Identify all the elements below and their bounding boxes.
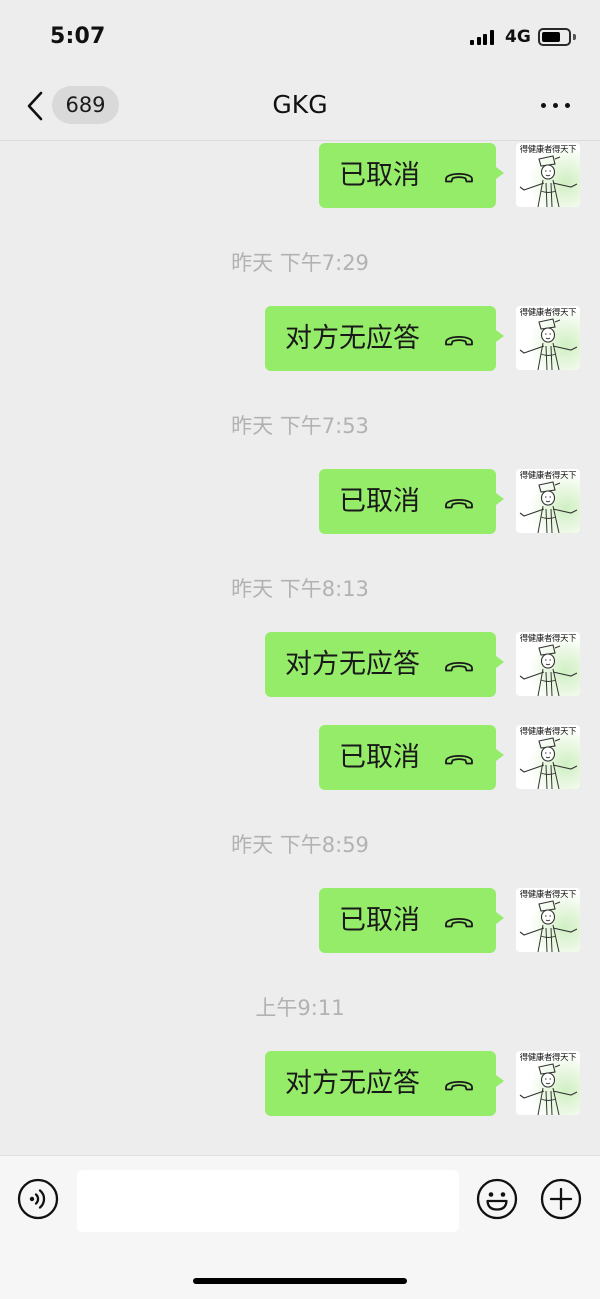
hangup-icon — [445, 172, 473, 182]
voice-button[interactable] — [17, 1178, 59, 1220]
avatar[interactable]: 得健康者得天下 — [516, 469, 580, 533]
call-status-text: 已取消 — [339, 904, 420, 936]
status-time: 5:07 — [50, 24, 106, 49]
network-label: 4G — [505, 27, 531, 47]
message-timestamp: 昨天 下午7:29 — [231, 251, 369, 275]
message-row: 对方无应答 得健康者得天下 — [0, 632, 600, 697]
plus-button[interactable] — [540, 1178, 582, 1220]
hangup-icon — [445, 498, 473, 508]
message-timestamp: 上午9:11 — [255, 996, 345, 1020]
plus-icon — [540, 1178, 582, 1220]
avatar-figure-drawing — [519, 155, 578, 207]
avatar[interactable]: 得健康者得天下 — [516, 1051, 580, 1115]
avatar-figure-drawing — [519, 644, 578, 696]
call-record-bubble[interactable]: 对方无应答 — [265, 306, 504, 371]
hangup-icon — [445, 917, 473, 927]
chat-title: GKG — [272, 90, 328, 119]
call-status-text: 对方无应答 — [285, 1067, 420, 1099]
message-input[interactable] — [77, 1170, 459, 1232]
message-timestamp: 昨天 下午7:53 — [231, 414, 369, 438]
call-record-bubble[interactable]: 已取消 — [319, 143, 504, 208]
avatar-figure-drawing — [519, 318, 578, 370]
call-record-bubble[interactable]: 已取消 — [319, 725, 504, 790]
battery-level — [542, 32, 560, 42]
battery-cap — [573, 34, 576, 40]
avatar-figure-drawing — [519, 481, 578, 533]
battery-icon — [538, 28, 571, 46]
hangup-icon — [445, 1080, 473, 1090]
avatar-figure-drawing — [519, 900, 578, 952]
nav-bar: 689 GKG — [0, 72, 600, 141]
avatar[interactable]: 得健康者得天下 — [516, 143, 580, 207]
call-status-text: 已取消 — [339, 159, 420, 191]
home-indicator — [193, 1278, 407, 1284]
signal-icon — [470, 29, 496, 45]
hangup-icon — [445, 335, 473, 345]
avatar[interactable]: 得健康者得天下 — [516, 888, 580, 952]
message-row: 已取消 得健康者得天下 — [0, 888, 600, 953]
chevron-left-icon — [27, 91, 43, 121]
call-status-text: 已取消 — [339, 485, 420, 517]
message-timestamp: 昨天 下午8:59 — [231, 833, 369, 857]
message-row: 已取消 得健康者得天下 — [0, 469, 600, 534]
avatar[interactable]: 得健康者得天下 — [516, 725, 580, 789]
back-button[interactable]: 689 — [20, 84, 122, 128]
call-record-bubble[interactable]: 已取消 — [319, 469, 504, 534]
avatar[interactable]: 得健康者得天下 — [516, 306, 580, 370]
avatar[interactable]: 得健康者得天下 — [516, 632, 580, 696]
message-row: 已取消 得健康者得天下 — [0, 725, 600, 790]
call-record-bubble[interactable]: 对方无应答 — [265, 632, 504, 697]
avatar-figure-drawing — [519, 737, 578, 789]
hangup-icon — [445, 754, 473, 764]
emoji-icon — [476, 1178, 518, 1220]
call-status-text: 对方无应答 — [285, 648, 420, 680]
call-record-bubble[interactable]: 已取消 — [319, 888, 504, 953]
emoji-button[interactable] — [476, 1178, 518, 1220]
unread-count-badge: 689 — [52, 86, 119, 124]
message-row: 已取消 得健康者得天下 — [0, 143, 600, 208]
call-record-bubble[interactable]: 对方无应答 — [265, 1051, 504, 1116]
message-timestamp: 昨天 下午8:13 — [231, 577, 369, 601]
message-row: 对方无应答 得健康者得天下 — [0, 306, 600, 371]
message-row: 对方无应答 得健康者得天下 — [0, 1051, 600, 1116]
call-status-text: 已取消 — [339, 741, 420, 773]
chat-message-list[interactable]: 已取消 得健康者得天下 昨天 下午7:29 对方无应答 得健康者得天下 昨天 下午7:53… — [0, 141, 600, 1155]
more-icon[interactable] — [535, 92, 577, 120]
call-status-text: 对方无应答 — [285, 322, 420, 354]
status-bar: 5:07 4G — [0, 0, 600, 72]
voice-icon — [17, 1178, 59, 1220]
avatar-figure-drawing — [519, 1063, 578, 1115]
hangup-icon — [445, 661, 473, 671]
